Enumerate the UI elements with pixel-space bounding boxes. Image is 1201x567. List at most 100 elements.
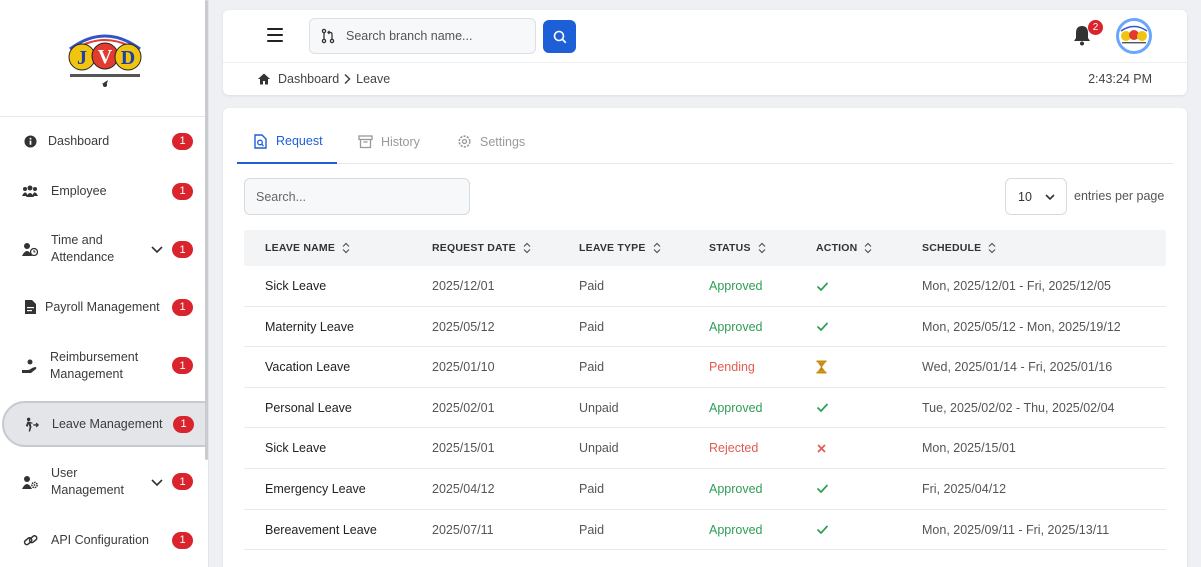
leave-name-cell: Bereavement Leave — [265, 522, 377, 537]
breadcrumb: Dashboard Leave — [257, 72, 390, 86]
table-body: Sick Leave 2025/12/01 Paid Approved Mon, 202… — [244, 266, 1166, 551]
schedule-cell: Tue, 2025/02/02 - Thu, 2025/02/04 — [922, 400, 1115, 415]
check-icon[interactable] — [816, 524, 829, 535]
notification-count-badge: 2 — [1088, 20, 1103, 35]
action-cell[interactable] — [816, 469, 829, 509]
sidebar-item-label: Time and Attendance — [51, 233, 115, 264]
sidebar-item-label: API Configuration — [51, 532, 149, 547]
sort-icon — [758, 242, 766, 254]
tab-request[interactable]: Request — [237, 120, 337, 164]
request-date-cell: 2025/01/10 — [432, 360, 495, 375]
column-header-label: LEAVE TYPE — [579, 242, 646, 254]
notification-badge: 1 — [172, 132, 193, 150]
action-cell[interactable] — [816, 347, 827, 387]
user-gear-icon — [22, 474, 38, 490]
table-row[interactable]: Personal Leave 2025/02/01 Unpaid Approved Tu… — [244, 388, 1166, 429]
notification-badge: 1 — [173, 415, 194, 433]
column-header-request-date[interactable]: REQUEST DATE — [432, 230, 532, 266]
notification-badge: 1 — [172, 531, 193, 549]
request-date-cell: 2025/07/11 — [432, 522, 494, 537]
chevron-down-icon[interactable] — [150, 475, 164, 489]
tab-history[interactable]: History — [358, 120, 420, 163]
status-cell: Approved — [709, 400, 763, 415]
svg-text:J: J — [77, 47, 87, 69]
sidebar-item-reimbursement-management[interactable]: Reimbursement Management 1 — [0, 348, 208, 384]
company-logo[interactable]: J V D — [66, 29, 144, 91]
column-header-status[interactable]: STATUS — [709, 230, 767, 266]
info-circle-icon — [22, 133, 38, 149]
column-header-schedule[interactable]: SCHEDULE — [922, 230, 997, 266]
check-icon[interactable] — [816, 281, 829, 292]
branch-search-input[interactable] — [346, 19, 531, 53]
notification-badge: 1 — [172, 241, 193, 258]
status-cell: Pending — [709, 360, 755, 375]
table-row[interactable]: Sick Leave 2025/12/01 Paid Approved Mon, 202… — [244, 266, 1166, 307]
table-search-input[interactable] — [244, 178, 470, 215]
column-header-label: ACTION — [816, 242, 858, 254]
action-cell[interactable] — [816, 307, 829, 347]
leave-type-cell: Paid — [579, 481, 605, 496]
person-walking-arrow-icon — [23, 416, 39, 432]
logo-area: J V D — [0, 0, 208, 117]
column-header-leave-name[interactable]: LEAVE NAME — [265, 230, 351, 266]
gear-icon — [458, 135, 471, 148]
check-icon[interactable] — [816, 483, 829, 494]
chevron-down-icon[interactable] — [150, 242, 164, 256]
schedule-cell: Mon, 2025/12/01 - Fri, 2025/12/05 — [922, 279, 1112, 293]
hamburger-menu-button[interactable] — [267, 28, 283, 42]
leave-type-cell: Unpaid — [579, 441, 619, 456]
table-row[interactable]: Bereavement Leave 2025/07/11 Paid Approved M… — [244, 510, 1166, 551]
sidebar-item-dashboard[interactable]: Dashboard 1 — [0, 132, 208, 150]
column-header-leave-type[interactable]: LEAVE TYPE — [579, 230, 662, 266]
check-icon[interactable] — [816, 321, 829, 332]
leave-type-cell: Paid — [579, 522, 605, 537]
git-branch-icon — [321, 28, 335, 44]
table-row[interactable]: Sick Leave 2025/15/01 Unpaid Rejected Mon, 2… — [244, 428, 1166, 469]
sidebar-item-api-configuration[interactable]: API Configuration 1 — [0, 531, 208, 549]
entries-per-page-select[interactable]: 10 — [1005, 178, 1067, 215]
sidebar-item-user-management[interactable]: User Management 1 — [0, 464, 208, 500]
leave-name-cell: Sick Leave — [265, 441, 327, 456]
leave-name-cell: Personal Leave — [265, 400, 352, 415]
user-avatar[interactable] — [1116, 18, 1152, 54]
schedule-cell: Mon, 2025/05/12 - Mon, 2025/19/12 — [922, 319, 1121, 334]
status-cell: Approved — [709, 522, 763, 537]
file-search-icon — [254, 133, 267, 149]
file-invoice-icon — [22, 299, 38, 315]
home-icon — [258, 73, 270, 85]
action-cell[interactable] — [816, 428, 827, 468]
action-cell[interactable] — [816, 266, 829, 306]
table-row[interactable]: Vacation Leave 2025/01/10 Paid Pending Wed, … — [244, 347, 1166, 388]
chevron-down-icon — [1045, 194, 1055, 201]
status-cell: Rejected — [709, 441, 759, 456]
status-cell: Approved — [709, 279, 763, 293]
status-cell: Approved — [709, 481, 763, 496]
hourglass-icon[interactable] — [816, 360, 827, 374]
check-icon[interactable] — [816, 402, 829, 413]
request-date-cell: 2025/15/01 — [432, 441, 495, 456]
table-row[interactable]: Maternity Leave 2025/05/12 Paid Approved Mon… — [244, 307, 1166, 348]
sidebar-item-employee[interactable]: Employee 1 — [0, 182, 208, 200]
request-date-cell: 2025/12/01 — [432, 279, 495, 293]
table-row[interactable]: Emergency Leave 2025/04/12 Paid Approved Fri… — [244, 469, 1166, 510]
sidebar-item-label: Employee — [51, 183, 107, 198]
search-button[interactable] — [543, 20, 576, 53]
tab-settings[interactable]: Settings — [457, 120, 525, 163]
sidebar-item-payroll-management[interactable]: Payroll Management 1 — [0, 298, 208, 316]
breadcrumb-dashboard[interactable]: Dashboard — [278, 72, 339, 86]
cross-icon[interactable] — [816, 443, 827, 454]
action-cell[interactable] — [816, 388, 829, 428]
action-cell[interactable] — [816, 510, 829, 550]
hand-coin-icon — [22, 358, 38, 374]
sidebar-item-leave-management[interactable]: Leave Management 1 — [2, 401, 208, 447]
sidebar-item-time-and-attendance[interactable]: Time and Attendance 1 — [0, 231, 208, 267]
entries-value: 10 — [1018, 189, 1032, 204]
leave-name-cell: Vacation Leave — [265, 360, 351, 375]
sidebar-item-label: Reimbursement Management — [50, 350, 139, 381]
sidebar-scrollbar[interactable] — [205, 0, 208, 460]
archive-icon — [358, 135, 373, 149]
column-header-action[interactable]: ACTION — [816, 230, 873, 266]
request-date-cell: 2025/04/12 — [432, 481, 495, 496]
leave-requests-table: LEAVE NAME REQUEST DATE LEAVE TYPE STATU… — [244, 230, 1166, 551]
top-header: 2 Dashboard Leave 2:43:24 PM — [223, 10, 1187, 95]
